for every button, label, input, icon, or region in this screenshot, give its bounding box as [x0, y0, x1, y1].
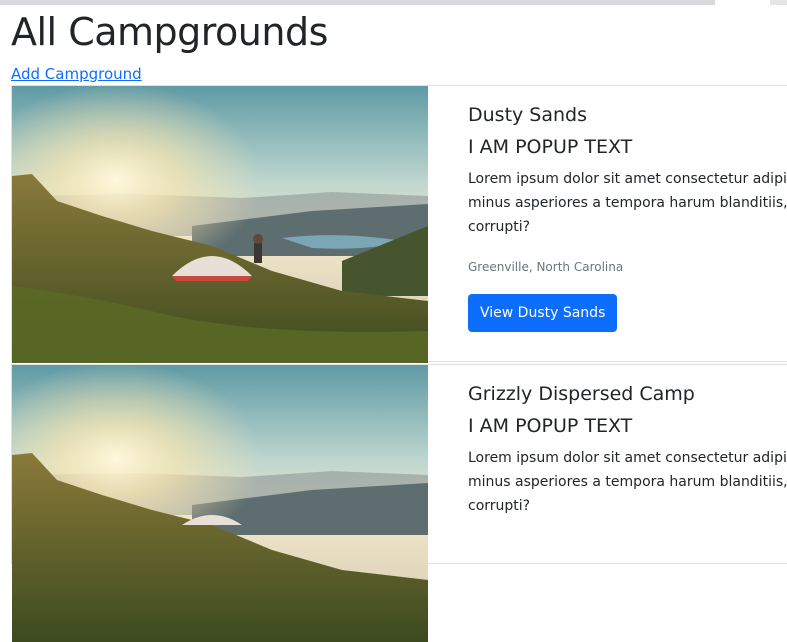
add-campground-link[interactable]: Add Campground	[11, 64, 142, 84]
description-line: corrupti?	[468, 498, 531, 514]
map-strip-bar	[0, 0, 715, 5]
campground-popup-text: I AM POPUP TEXT	[468, 415, 633, 437]
campground-card: Dusty Sands I AM POPUP TEXT Lorem ipsum …	[11, 85, 787, 363]
description-line: Lorem ipsum dolor sit amet consectetur a…	[468, 171, 787, 187]
campground-card: Grizzly Dispersed Camp I AM POPUP TEXT L…	[11, 364, 787, 642]
campground-description: Lorem ipsum dolor sit amet consectetur a…	[468, 167, 787, 239]
map-strip-end	[770, 0, 787, 5]
campground-title: Dusty Sands	[468, 104, 588, 126]
description-line: Lorem ipsum dolor sit amet consectetur a…	[468, 450, 787, 466]
view-campground-button[interactable]: View Dusty Sands	[468, 294, 618, 332]
campground-title: Grizzly Dispersed Camp	[468, 383, 695, 405]
description-line: minus asperiores a tempora harum blandit…	[468, 195, 787, 211]
page-title: All Campgrounds	[11, 10, 328, 54]
campground-description: Lorem ipsum dolor sit amet consectetur a…	[468, 446, 787, 518]
map-strip	[0, 0, 787, 5]
campground-location: Greenville, North Carolina	[468, 260, 624, 274]
campground-image	[12, 365, 428, 642]
description-line: minus asperiores a tempora harum blandit…	[468, 474, 787, 490]
campground-image	[12, 86, 428, 363]
campground-popup-text: I AM POPUP TEXT	[468, 136, 633, 158]
description-line: corrupti?	[468, 219, 531, 235]
